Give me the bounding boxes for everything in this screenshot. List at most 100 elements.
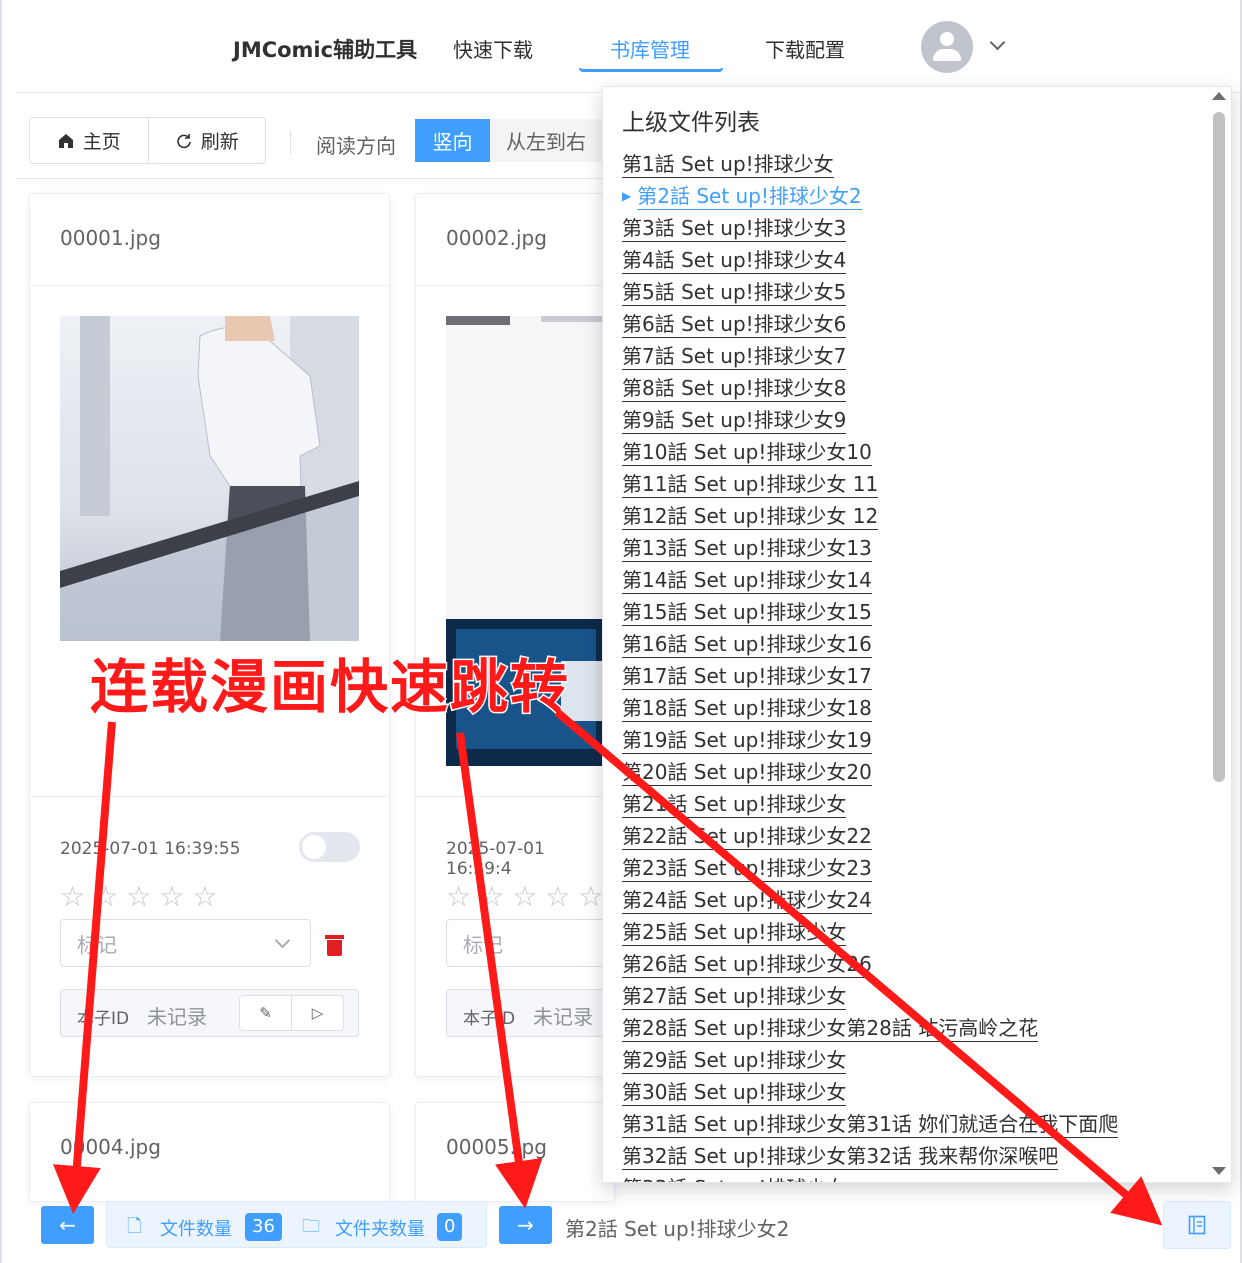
chapter-link-label: 第9話 Set up!排球少女9 [622,408,847,434]
image-card[interactable]: 00001.jpg 2025-07-01 16:39:55 ☆☆☆☆☆ 标记 本… [29,193,390,1077]
album-id-field: 本子ID 未记录 ✎ ▷ [60,989,359,1037]
app-brand: JMComic辅助工具 [233,38,418,62]
scrollbar-thumb[interactable] [1213,112,1225,782]
chapter-link[interactable]: 第31話 Set up!排球少女第31话 妳们就适合在我下面爬 [622,1109,1119,1141]
home-button[interactable]: 主页 [30,118,148,163]
card-filename: 00002.jpg [446,226,547,250]
tag-select-placeholder: 标记 [463,932,503,957]
tag-select[interactable]: 标记 [60,919,311,967]
chevron-down-icon [274,932,291,949]
chapter-link-label: 第23話 Set up!排球少女23 [622,856,872,882]
chapter-link[interactable]: 第19話 Set up!排球少女19 [622,725,1118,757]
direction-ltr-option[interactable]: 从左到右 [490,119,610,162]
chapter-link[interactable]: 第3話 Set up!排球少女3 [622,213,1118,245]
rating-stars[interactable]: ☆☆☆☆☆ [446,880,612,913]
folder-count-badge: 0 [437,1213,463,1241]
next-chapter-button[interactable]: → [499,1206,552,1244]
chapter-link[interactable]: 第16話 Set up!排球少女16 [622,629,1118,661]
chapter-link[interactable]: 第15話 Set up!排球少女15 [622,597,1118,629]
chapter-link-label: 第16話 Set up!排球少女16 [622,632,872,658]
chapter-link[interactable]: 第28話 Set up!排球少女第28話 玷污高岭之花 [622,1013,1118,1045]
user-icon [940,32,954,46]
chapter-link-label: 第32話 Set up!排球少女第32话 我来帮你深喉吧 [622,1144,1059,1170]
chapter-link[interactable]: 第29話 Set up!排球少女 [622,1045,1118,1077]
scroll-up-icon[interactable] [1212,92,1226,100]
scroll-down-icon[interactable] [1212,1167,1226,1175]
chapter-link[interactable]: 第27話 Set up!排球少女 [622,981,1118,1013]
card-divider [416,285,614,286]
direction-vertical-option[interactable]: 竖向 [415,119,490,162]
chapter-link[interactable]: 第11話 Set up!排球少女 11 [622,469,1118,501]
card-divider [30,796,389,797]
chapter-link[interactable]: 第18話 Set up!排球少女18 [622,693,1118,725]
refresh-button[interactable]: 刷新 [147,118,266,163]
home-icon [58,133,73,148]
chapter-link[interactable]: 第8話 Set up!排球少女8 [622,373,1118,405]
play-icon[interactable]: ▷ [291,996,343,1030]
chapter-link[interactable]: 第23話 Set up!排球少女23 [622,853,1118,885]
chapter-link-label: 第33話 Set up!排球少女 [622,1176,847,1182]
trash-body [327,940,342,956]
chapter-link[interactable]: 第7話 Set up!排球少女7 [622,341,1118,373]
tag-select[interactable]: 标记 [446,919,614,967]
chapter-link[interactable]: 第17話 Set up!排球少女17 [622,661,1118,693]
chapter-link[interactable]: 第14話 Set up!排球少女14 [622,565,1118,597]
eye-off-icon [302,835,326,859]
file-icon: 🗋 [127,1216,142,1237]
chevron-down-icon[interactable] [989,34,1006,51]
chapter-link-label: 第26話 Set up!排球少女26 [622,952,872,978]
chapter-link[interactable]: 第5話 Set up!排球少女5 [622,277,1118,309]
chapter-link-label: 第20話 Set up!排球少女20 [622,760,872,786]
popover-title: 上级文件列表 [622,110,760,136]
hide-toggle[interactable] [299,832,360,862]
trash-lid [325,935,344,939]
prev-chapter-button[interactable]: ← [41,1206,94,1244]
chapter-link-label: 第29話 Set up!排球少女 [622,1048,847,1074]
folder-icon: 🗀 [302,1216,320,1237]
refresh-label: 刷新 [200,131,239,153]
image-thumbnail[interactable] [60,316,359,641]
image-card[interactable]: 00004.jpg [29,1102,390,1202]
chapter-link[interactable]: 第9話 Set up!排球少女9 [622,405,1118,437]
chapter-link-label: 第13話 Set up!排球少女13 [622,536,872,562]
chapter-link-label: 第5話 Set up!排球少女5 [622,280,847,306]
trash-icon[interactable] [325,935,344,956]
chapter-link[interactable]: 第22話 Set up!排球少女22 [622,821,1118,853]
card-divider [416,796,614,797]
chapter-link[interactable]: 第6話 Set up!排球少女6 [622,309,1118,341]
edit-icon[interactable]: ✎ [240,996,291,1030]
nav-download-config[interactable]: 下载配置 [765,34,845,63]
chapter-link[interactable]: 第21話 Set up!排球少女 [622,789,1118,821]
chapter-link[interactable]: 第33話 Set up!排球少女 [622,1173,1118,1182]
nav-active-indicator [579,68,723,72]
chapter-link[interactable]: 第2話 Set up!排球少女2 [622,181,1118,213]
chapter-link[interactable]: 第32話 Set up!排球少女第32话 我来帮你深喉吧 [622,1141,1118,1173]
chapter-link[interactable]: 第20話 Set up!排球少女20 [622,757,1118,789]
nav-library[interactable]: 书库管理 [610,34,690,63]
chapter-link[interactable]: 第12話 Set up!排球少女 12 [622,501,1118,533]
chapter-list-button[interactable] [1163,1201,1231,1249]
folder-count-label: 文件夹数量 [335,1219,425,1240]
chapter-link[interactable]: 第4話 Set up!排球少女4 [622,245,1118,277]
refresh-icon [176,133,191,148]
chapter-link-label: 第31話 Set up!排球少女第31话 妳们就适合在我下面爬 [622,1112,1119,1138]
chapter-link[interactable]: 第1話 Set up!排球少女 [622,149,1118,181]
card-divider [30,285,389,286]
chapter-link[interactable]: 第30話 Set up!排球少女 [622,1077,1118,1109]
chapter-link[interactable]: 第10話 Set up!排球少女10 [622,437,1118,469]
annotation-caption: 连载漫画快速跳转 [88,652,571,723]
chapter-link[interactable]: 第26話 Set up!排球少女26 [622,949,1118,981]
image-card[interactable]: 00002.jpg 2025-07-01 16:39:4 ☆☆☆☆☆ 标记 本子… [415,193,615,1077]
nav-quick-download[interactable]: 快速下载 [453,34,533,63]
chapter-link-label: 第10話 Set up!排球少女10 [622,440,872,466]
chapter-link-label: 第7話 Set up!排球少女7 [622,344,847,370]
rating-stars[interactable]: ☆☆☆☆☆ [60,880,226,913]
chapter-link[interactable]: 第24話 Set up!排球少女24 [622,885,1118,917]
chapter-link[interactable]: 第25話 Set up!排球少女 [622,917,1118,949]
file-count-badge: 36 [245,1213,282,1241]
avatar[interactable] [921,21,973,73]
app-window: JMComic辅助工具 快速下载 书库管理 下载配置 主页 刷新 阅读方向 竖向… [0,0,1242,1263]
chapter-link-label: 第8話 Set up!排球少女8 [622,376,847,402]
image-card[interactable]: 00005.jpg [415,1102,615,1202]
chapter-link[interactable]: 第13話 Set up!排球少女13 [622,533,1118,565]
